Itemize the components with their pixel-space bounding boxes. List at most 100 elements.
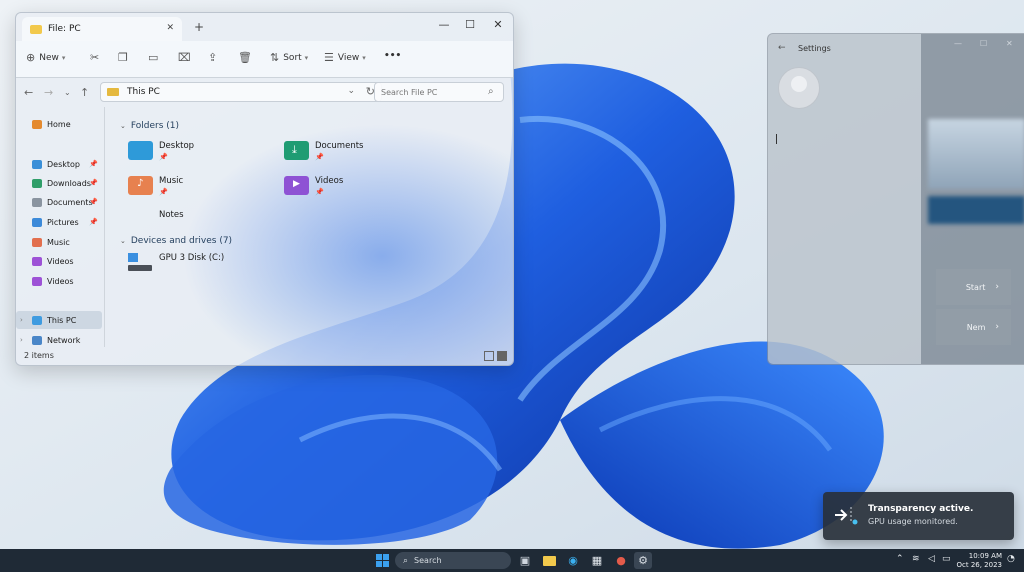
back-arrow-icon[interactable]: ←: [778, 43, 786, 53]
command-bar: ⊕ New ▾ ✂ ❐ ▭ ⌧ ⇪ 🗑 ⇅ Sort ▾ ☰ View ▾ ••…: [16, 41, 513, 78]
copy-icon: ❐: [118, 51, 128, 64]
task-view-icon[interactable]: ▣: [516, 552, 534, 569]
speaker-icon[interactable]: ◁: [928, 554, 935, 564]
paste-button[interactable]: ▭: [148, 51, 162, 64]
delete-button[interactable]: 🗑: [238, 51, 256, 64]
blurred-banner: [928, 196, 1024, 224]
close-tab-icon[interactable]: ✕: [166, 23, 174, 33]
pictures-icon: [32, 217, 42, 227]
sort-button[interactable]: ⇅ Sort ▾: [270, 51, 308, 64]
back-arrow-icon[interactable]: ←: [24, 86, 33, 99]
settings-title: Settings: [798, 44, 831, 53]
new-button[interactable]: ⊕ New ▾: [26, 51, 65, 64]
forward-arrow-icon[interactable]: →: [44, 86, 53, 99]
sidebar-item-network[interactable]: › Network: [16, 331, 102, 349]
maximize-button[interactable]: ☐: [980, 39, 987, 48]
more-options-button[interactable]: •••: [384, 51, 401, 61]
chevron-right-icon: ›: [995, 282, 999, 292]
start-button[interactable]: [373, 552, 391, 569]
collapse-chevron-icon: ⌄: [120, 122, 126, 130]
sidebar-item-this-pc[interactable]: › This PC: [16, 311, 102, 329]
minimize-button[interactable]: —: [434, 18, 454, 31]
view-toggle: [484, 351, 507, 361]
tiles-view-icon[interactable]: [497, 351, 507, 361]
nem-card[interactable]: Nem ›: [936, 309, 1011, 345]
file-explorer-taskbar-icon[interactable]: [540, 552, 558, 569]
sidebar-item-home[interactable]: Home: [16, 115, 102, 133]
file-explorer-window: File: PC ✕ + — ☐ ✕ ⊕ New ▾ ✂ ❐ ▭ ⌧ ⇪ 🗑 ⇅…: [15, 12, 514, 366]
start-card[interactable]: Start ›: [936, 269, 1011, 305]
videos-icon: [32, 256, 42, 266]
search-icon[interactable]: ⌕: [488, 86, 494, 97]
notification-toast[interactable]: Transparency active. GPU usage monitored…: [823, 492, 1014, 540]
folder-notes[interactable]: Notes: [159, 210, 184, 220]
sidebar-item-label: Desktop: [47, 159, 80, 169]
folder-desktop[interactable]: Desktop 📌: [128, 141, 194, 161]
minimize-button[interactable]: —: [954, 39, 962, 48]
navigation-pane: Home Desktop 📌 Downloads 📌 Documents 📌 P…: [16, 107, 105, 347]
taskbar: ⌕ Search ▣ ◉ ▦ ● ⚙ ⌃ ≋ ◁ ▭ 10:09 AM Oct …: [0, 549, 1024, 572]
scissors-icon: ✂: [90, 51, 100, 64]
taskbar-search[interactable]: ⌕ Search: [395, 552, 511, 569]
copy-button[interactable]: ❐: [118, 51, 132, 64]
folder-videos[interactable]: ▶ Videos 📌: [284, 176, 343, 196]
chevron-down-icon[interactable]: ⌄: [347, 86, 355, 96]
rename-button[interactable]: ⌧: [178, 51, 195, 64]
folder-documents[interactable]: ⤓ Documents 📌: [284, 141, 363, 161]
folder-music[interactable]: ♪ Music 📌: [128, 176, 183, 196]
sidebar-item-label: Videos: [47, 276, 74, 286]
notification-bell-icon[interactable]: ◔: [1007, 554, 1015, 564]
up-arrow-icon[interactable]: ↑: [80, 86, 89, 99]
avatar[interactable]: [778, 67, 820, 109]
details-view-icon[interactable]: [484, 351, 494, 361]
view-button[interactable]: ☰ View ▾: [324, 51, 366, 64]
folders-section-header[interactable]: ⌄ Folders (1): [120, 121, 179, 131]
expand-chevron-icon[interactable]: ›: [20, 316, 23, 324]
home-icon: [32, 119, 42, 129]
documents-icon: [32, 197, 42, 207]
plus-circle-icon: ⊕: [26, 51, 36, 64]
sidebar-item-label: Downloads: [47, 178, 91, 188]
maximize-button[interactable]: ☐: [460, 18, 480, 31]
rename-icon: ⌧: [178, 51, 191, 64]
new-tab-button[interactable]: +: [194, 20, 204, 34]
sidebar-item-label: Documents: [47, 197, 93, 207]
address-bar[interactable]: This PC ⌄ ↻: [100, 82, 382, 102]
tab-file-pc[interactable]: File: PC ✕: [22, 17, 182, 41]
close-window-button[interactable]: ✕: [1006, 39, 1013, 48]
sidebar-item-documents[interactable]: Documents 📌: [16, 193, 102, 211]
battery-icon[interactable]: ▭: [942, 554, 951, 564]
cut-button[interactable]: ✂: [90, 51, 103, 64]
clock[interactable]: 10:09 AM Oct 26, 2023: [956, 552, 1003, 570]
recent-chevron-icon[interactable]: ⌄: [64, 88, 71, 97]
sidebar-item-pictures[interactable]: Pictures 📌: [16, 213, 102, 231]
expand-chevron-icon[interactable]: ›: [20, 336, 23, 344]
sidebar-item-videos[interactable]: Videos: [16, 252, 102, 270]
chevron-up-icon[interactable]: ⌃: [896, 554, 904, 564]
close-window-button[interactable]: ✕: [488, 18, 508, 31]
sidebar-item-desktop[interactable]: Desktop 📌: [16, 155, 102, 173]
settings-gear-icon[interactable]: ⚙: [634, 552, 652, 569]
start-card-label: Start: [965, 282, 986, 292]
sidebar-item-downloads[interactable]: Downloads 📌: [16, 174, 102, 192]
store-icon[interactable]: ▦: [588, 552, 606, 569]
chevron-down-icon: ▾: [304, 53, 309, 62]
sidebar-item-videos-2[interactable]: Videos: [16, 272, 102, 290]
drive-c[interactable]: GPU 3 Disk (C:): [128, 253, 224, 272]
drives-section-header[interactable]: ⌄ Devices and drives (7): [120, 236, 232, 246]
address-text: This PC: [127, 87, 160, 97]
folders-header-label: Folders (1): [130, 121, 179, 131]
sort-label: Sort: [283, 52, 302, 63]
drive-icon: [128, 253, 153, 272]
search-input[interactable]: [374, 82, 504, 102]
pin-icon: 📌: [89, 160, 98, 168]
sidebar-item-music[interactable]: Music: [16, 233, 102, 251]
pin-icon: 📌: [89, 218, 98, 226]
media-app-icon[interactable]: ●: [612, 552, 630, 569]
wifi-icon[interactable]: ≋: [912, 554, 920, 564]
downloads-icon: [32, 178, 42, 188]
share-button[interactable]: ⇪: [208, 51, 221, 64]
trash-icon: 🗑: [238, 51, 252, 64]
edge-browser-icon[interactable]: ◉: [564, 552, 582, 569]
clipboard-icon: ▭: [148, 51, 159, 64]
